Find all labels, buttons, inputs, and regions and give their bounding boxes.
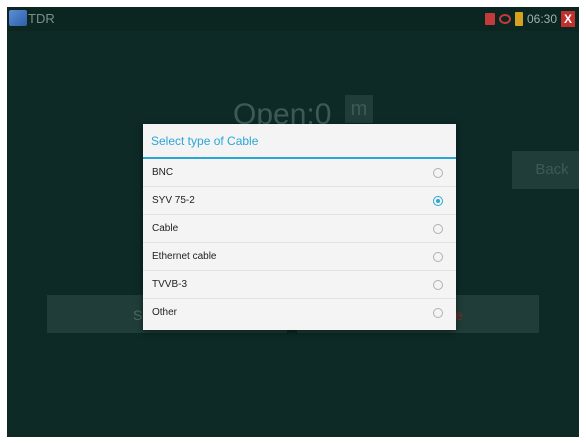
bottom-left-button-label: S (133, 307, 143, 323)
status-icons: 06:30 X (484, 10, 575, 28)
cable-option-label: BNC (152, 167, 174, 178)
cable-option-label: Cable (152, 223, 179, 234)
radio-button-icon[interactable] (433, 280, 443, 290)
cable-option-list: BNC SYV 75-2 Cable Ethernet cable TVVB-3… (143, 159, 456, 327)
cable-option[interactable]: SYV 75-2 (143, 187, 456, 215)
dialog-title: Select type of Cable (143, 124, 456, 159)
status-bar: TDR 06:30 X (7, 7, 579, 31)
cable-option-label: Other (152, 307, 178, 318)
cable-option[interactable]: TVVB-3 (143, 271, 456, 299)
cable-option-label: SYV 75-2 (152, 195, 195, 206)
unit-button[interactable]: m (345, 95, 373, 123)
app-icon (9, 10, 27, 26)
radio-button-icon[interactable] (433, 168, 443, 178)
sync-icon (498, 14, 511, 24)
cable-type-dialog: Select type of Cable BNC SYV 75-2 Cable … (143, 124, 456, 330)
radio-button-icon[interactable] (433, 308, 443, 318)
cable-option[interactable]: Ethernet cable (143, 243, 456, 271)
back-button[interactable]: Back (512, 151, 579, 189)
cable-option-label: Ethernet cable (152, 251, 217, 262)
cable-option[interactable]: BNC (143, 159, 456, 187)
bottom-right-button-label: e (455, 307, 463, 323)
cable-option-label: TVVB-3 (152, 279, 188, 290)
status-time: 06:30 (526, 12, 557, 26)
radio-button-icon[interactable] (433, 224, 443, 234)
usb-icon (484, 13, 495, 25)
close-icon[interactable]: X (561, 11, 575, 27)
cable-option[interactable]: Cable (143, 215, 456, 243)
app-screen: TDR 06:30 X Open:0 m Back S e Select typ… (7, 7, 579, 437)
cable-option[interactable]: Other (143, 299, 456, 327)
app-title: TDR (28, 11, 55, 26)
radio-button-icon[interactable] (433, 196, 443, 206)
radio-button-icon[interactable] (433, 252, 443, 262)
battery-icon (514, 12, 523, 26)
